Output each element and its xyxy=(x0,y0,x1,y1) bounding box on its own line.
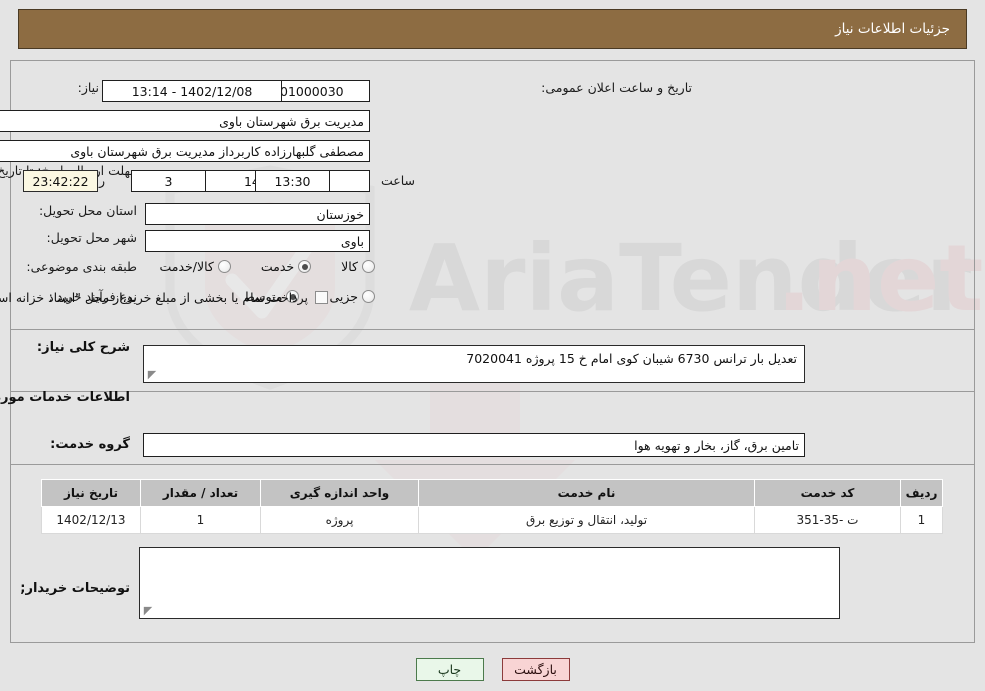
category-option-label: کالا xyxy=(341,259,358,274)
column-header-quantity: تعداد / مقدار xyxy=(140,479,261,507)
section-divider-1 xyxy=(11,329,974,330)
resize-handle-icon[interactable]: ◥ xyxy=(146,368,158,381)
buyer-notes-label: توضیحات خریدار; xyxy=(20,581,130,596)
column-header-need-date: تاریخ نیاز xyxy=(41,479,141,507)
deadline-time-value: 13:30 xyxy=(255,170,330,192)
province-label-wrap: استان محل تحویل: xyxy=(39,203,137,218)
service-group-label: گروه خدمت: xyxy=(50,437,130,452)
radio-circle-icon[interactable] xyxy=(362,290,375,303)
window-title-bar: جزئیات اطلاعات نیاز xyxy=(18,9,967,49)
province-label: استان محل تحویل: xyxy=(38,203,137,218)
category-label-wrap: طبقه بندی موضوعی: xyxy=(26,259,137,274)
summary-label: شرح کلی نیاز: xyxy=(36,340,130,355)
column-header-name: نام خدمت xyxy=(418,479,755,507)
treasury-note-wrap[interactable]: پرداخت تمام یا بخشی از مبلغ خرید،از محل … xyxy=(0,290,328,305)
creator-value: مصطفی گلبهارزاده کاربرداز مدیریت برق شهر… xyxy=(0,140,370,162)
province-value: خوزستان xyxy=(145,203,370,225)
radio-circle-selected-icon[interactable] xyxy=(298,260,312,273)
category-label: طبقه بندی موضوعی: xyxy=(26,259,137,274)
category-option-label: کالا/خدمت xyxy=(159,259,214,274)
action-button-bar: بازگشت چاپ xyxy=(0,658,985,681)
section-divider-3 xyxy=(11,464,974,465)
column-header-unit: واحد اندازه گیری xyxy=(260,479,419,507)
section-divider-2 xyxy=(11,391,974,392)
category-radio-kala[interactable]: کالا xyxy=(341,259,375,274)
radio-circle-icon[interactable] xyxy=(217,260,231,273)
service-group-value: تامین برق، گاز، بخار و تهویه هوا xyxy=(143,433,805,457)
back-button[interactable]: بازگشت xyxy=(501,658,570,681)
city-value: باوی xyxy=(145,230,370,252)
category-radio-group[interactable]: کالا خدمت کالا/خدمت xyxy=(137,259,375,274)
category-option-label: خدمت xyxy=(260,259,295,274)
days-remaining-value: 3 xyxy=(131,170,206,192)
process-radio-jozii[interactable]: جزیی xyxy=(329,289,375,304)
city-label-wrap: شهر محل تحویل: xyxy=(47,230,137,245)
announce-datetime-label: تاریخ و ساعت اعلان عمومی: xyxy=(541,80,692,95)
buyer-org-value: مدیریت برق شهرستان باوی xyxy=(0,110,370,132)
column-header-code: کد خدمت xyxy=(754,479,901,507)
cell-service-name: تولید، انتقال و توزیع برق xyxy=(418,506,755,534)
cell-row-no: 1 xyxy=(900,506,943,534)
services-section-title: اطلاعات خدمات مورد نیاز xyxy=(0,390,130,405)
cell-need-date: 1402/12/13 xyxy=(41,506,141,534)
city-label: شهر محل تحویل: xyxy=(46,230,137,245)
summary-value: تعدیل بار ترانس 6730 شیبان کوی امام خ 15… xyxy=(466,351,797,366)
cell-service-code: ت -35-351 xyxy=(754,506,901,534)
announce-datetime-value: 1402/12/08 - 13:14 xyxy=(102,80,282,102)
category-radio-khedmat[interactable]: خدمت xyxy=(260,259,312,274)
buyer-notes-textarea[interactable]: ◥ xyxy=(139,547,840,619)
cell-unit: پروژه xyxy=(260,506,419,534)
services-table: ردیف کد خدمت نام خدمت واحد اندازه گیری ت… xyxy=(41,479,943,534)
resize-handle-icon[interactable]: ◥ xyxy=(142,604,154,617)
table-header-row: ردیف کد خدمت نام خدمت واحد اندازه گیری ت… xyxy=(41,479,943,507)
treasury-note-text: پرداخت تمام یا بخشی از مبلغ خرید،از محل … xyxy=(0,290,308,305)
category-radio-kala-khedmat[interactable]: کالا/خدمت xyxy=(159,259,231,274)
radio-circle-icon[interactable] xyxy=(362,260,375,273)
process-option-label: جزیی xyxy=(329,289,358,304)
treasury-checkbox[interactable] xyxy=(315,291,328,304)
summary-textarea[interactable]: تعدیل بار ترانس 6730 شیبان کوی امام خ 15… xyxy=(143,345,805,383)
announce-datetime-label-wrap: تاریخ و ساعت اعلان عمومی: xyxy=(541,80,692,95)
print-button[interactable]: چاپ xyxy=(415,658,484,681)
column-header-row-no: ردیف xyxy=(900,479,943,507)
cell-quantity: 1 xyxy=(140,506,261,534)
countdown-timer-value: 23:42:22 xyxy=(23,170,98,192)
page-title: جزئیات اطلاعات نیاز xyxy=(835,21,950,37)
table-row: 1 ت -35-351 تولید، انتقال و توزیع برق پر… xyxy=(41,506,943,534)
deadline-hour-label: ساعت xyxy=(380,173,415,188)
